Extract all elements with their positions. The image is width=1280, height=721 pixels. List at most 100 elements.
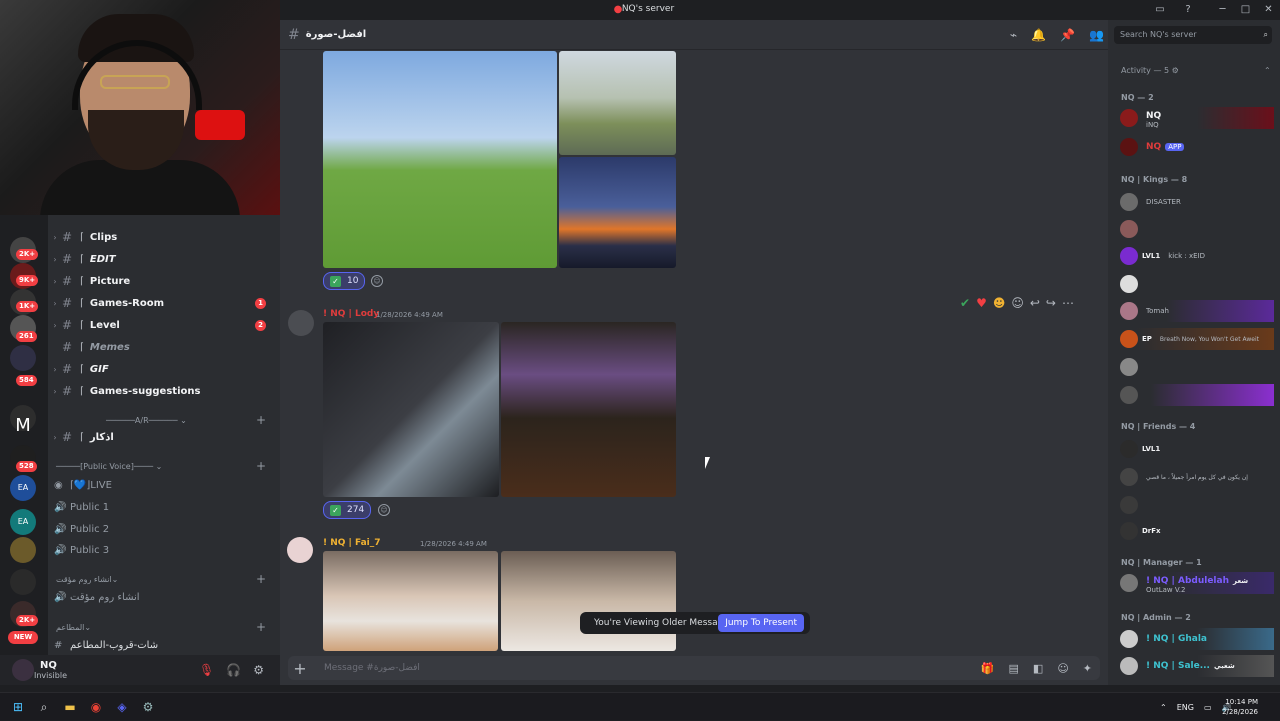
- apps-icon[interactable]: ✦: [1083, 662, 1092, 675]
- voice-channel-temp[interactable]: 🔊 انشاء روم مؤقت: [54, 588, 140, 606]
- search-icon[interactable]: ⌕: [36, 699, 52, 715]
- laugh-reaction-icon[interactable]: ☻: [993, 296, 1006, 310]
- search-input[interactable]: Search NQ's server ⌕: [1114, 26, 1272, 44]
- member-item[interactable]: [1120, 356, 1274, 378]
- ea-server-icon-2[interactable]: EA: [10, 509, 36, 535]
- sticker-icon[interactable]: ◧: [1033, 662, 1043, 675]
- image-phone-dessert[interactable]: [501, 322, 676, 497]
- channel-picture[interactable]: › # ⌈ Picture: [48, 271, 280, 291]
- member-item[interactable]: EP Breath Now, You Won't Get Aweit: [1120, 328, 1274, 350]
- message-input[interactable]: Message #افضل-صورة: [324, 663, 420, 673]
- reply-icon[interactable]: ↩: [1030, 296, 1040, 310]
- member-item[interactable]: DISASTER: [1120, 191, 1274, 213]
- server-icon-5[interactable]: [10, 345, 36, 371]
- chrome-icon[interactable]: ◉: [88, 699, 104, 715]
- clock[interactable]: 10:14 PM 2/28/2026: [1222, 697, 1258, 717]
- member-item[interactable]: [1120, 384, 1274, 406]
- add-reaction-icon[interactable]: ☺: [378, 504, 390, 516]
- bell-icon[interactable]: 🔔: [1031, 28, 1046, 42]
- threads-icon[interactable]: ⌁: [1010, 28, 1017, 42]
- voice-channel-public-1[interactable]: 🔊 Public 1: [54, 498, 109, 516]
- channel-games-room[interactable]: › # ⌈ Games-Room 1: [48, 293, 280, 313]
- activity-header[interactable]: Activity — 5 ⚙ ⌃: [1121, 66, 1271, 75]
- m-logo-icon[interactable]: M: [10, 413, 36, 439]
- add-channel-icon[interactable]: +: [256, 459, 266, 473]
- image-airplane-coffee[interactable]: [323, 322, 499, 497]
- channel-azkar[interactable]: › # ⌈ اذكار: [48, 427, 280, 447]
- channel-level[interactable]: › # ⌈ Level 2: [48, 315, 280, 335]
- minimize-icon[interactable]: ─: [1211, 0, 1234, 20]
- checkmark-reaction-icon[interactable]: ✔: [960, 296, 970, 310]
- channel-matajer-chat[interactable]: # شات-قروب-المطاعم: [54, 636, 158, 654]
- member-item[interactable]: ! NQ | Sale... شعبي: [1120, 655, 1274, 677]
- channel-memes[interactable]: # ⌈ Memes: [48, 337, 280, 357]
- jump-to-present-button[interactable]: Jump To Present: [718, 614, 804, 632]
- avatar[interactable]: [12, 659, 34, 681]
- reaction-checkmark[interactable]: ✓ 274: [323, 501, 372, 519]
- add-channel-icon[interactable]: +: [256, 620, 266, 634]
- member-item[interactable]: [1120, 494, 1274, 516]
- add-reaction-icon[interactable]: ☺: [371, 275, 383, 287]
- member-item[interactable]: ! NQ | Abdulelah شعر OutLaw V.2: [1120, 572, 1274, 594]
- avatar[interactable]: [287, 537, 313, 563]
- add-reaction-icon[interactable]: ☺: [1011, 296, 1024, 310]
- deafen-icon[interactable]: 🎧: [226, 663, 241, 677]
- voice-channel-live[interactable]: ◉ ⌈💙⌋ LIVE: [54, 476, 112, 494]
- voice-channel-public-3[interactable]: 🔊 Public 3: [54, 541, 109, 559]
- add-attachment-icon[interactable]: +: [288, 659, 312, 678]
- language-indicator[interactable]: ENG: [1177, 703, 1194, 712]
- category-matajer[interactable]: المطاعم ⌄ +: [56, 620, 266, 634]
- emoji-icon[interactable]: ☺: [1057, 662, 1068, 675]
- server-icon-10[interactable]: [10, 537, 36, 563]
- discord-icon[interactable]: ◈: [114, 699, 130, 715]
- members-icon[interactable]: 👥: [1089, 28, 1104, 42]
- member-item[interactable]: ! NQ | Ghala: [1120, 628, 1274, 650]
- pin-icon[interactable]: 📌: [1060, 28, 1075, 42]
- member-item[interactable]: [1120, 218, 1274, 240]
- channel-gif[interactable]: › # ⌈ GIF: [48, 359, 280, 379]
- help-icon[interactable]: ?: [1182, 4, 1194, 16]
- member-item[interactable]: [1120, 273, 1274, 295]
- chevron-up-icon[interactable]: ⌃: [1160, 703, 1167, 712]
- member-item[interactable]: NQ iNQ: [1120, 107, 1274, 129]
- add-channel-icon[interactable]: +: [256, 413, 266, 427]
- more-icon[interactable]: ⋯: [1062, 296, 1074, 310]
- channel-edit[interactable]: › # ⌈ EDIT: [48, 249, 280, 269]
- image-cat-2[interactable]: [501, 551, 676, 651]
- folder-icon[interactable]: ▬: [62, 699, 78, 715]
- forward-icon[interactable]: ↪: [1046, 296, 1056, 310]
- chevron-up-icon[interactable]: ⌃: [1264, 66, 1271, 75]
- gift-icon[interactable]: 🎁: [981, 662, 995, 675]
- message-author[interactable]: ! NQ | Lody: [323, 309, 379, 319]
- category-ajr[interactable]: ────── A/R ────── ⌄ +: [56, 413, 266, 427]
- image-sunset[interactable]: [559, 157, 676, 268]
- ea-server-icon[interactable]: EA: [10, 475, 36, 501]
- message-author[interactable]: ! NQ | Fai_7: [323, 538, 381, 548]
- gear-icon[interactable]: ⚙: [253, 663, 264, 677]
- close-icon[interactable]: ✕: [1257, 0, 1280, 20]
- member-item[interactable]: LVL1 kick : xEID: [1120, 245, 1274, 267]
- member-item[interactable]: إن يكون في كل يوم امرأ جميلاً ، ما قصي: [1120, 466, 1274, 488]
- server-icon-11[interactable]: [10, 569, 36, 595]
- member-item[interactable]: LVL1: [1120, 438, 1274, 460]
- voice-channel-public-2[interactable]: 🔊 Public 2: [54, 520, 109, 538]
- maximize-icon[interactable]: □: [1234, 0, 1257, 20]
- member-item[interactable]: DrFx: [1120, 520, 1274, 542]
- heart-reaction-icon[interactable]: ♥: [976, 296, 987, 310]
- avatar[interactable]: [288, 310, 314, 336]
- member-item[interactable]: Tomah: [1120, 300, 1274, 322]
- mic-muted-icon[interactable]: 🎙: [199, 663, 214, 677]
- gif-icon[interactable]: ▤: [1009, 662, 1019, 675]
- channel-clips[interactable]: › # ⌈ Clips: [48, 227, 280, 247]
- image-rice-field[interactable]: [323, 51, 557, 268]
- network-icon[interactable]: ▭: [1204, 703, 1212, 712]
- steam-icon[interactable]: ⚙: [140, 699, 156, 715]
- category-public-voice[interactable]: ─────[ Public Voice ]──── ⌄ +: [56, 459, 266, 473]
- image-road[interactable]: [559, 51, 676, 155]
- windows-start-icon[interactable]: ⊞: [10, 699, 26, 715]
- member-item[interactable]: NQ APP: [1120, 136, 1274, 158]
- add-channel-icon[interactable]: +: [256, 572, 266, 586]
- channel-games-suggestions[interactable]: › # ⌈ Games-suggestions: [48, 381, 280, 401]
- image-cat-1[interactable]: [323, 551, 498, 651]
- inbox-icon[interactable]: ▭: [1154, 4, 1166, 16]
